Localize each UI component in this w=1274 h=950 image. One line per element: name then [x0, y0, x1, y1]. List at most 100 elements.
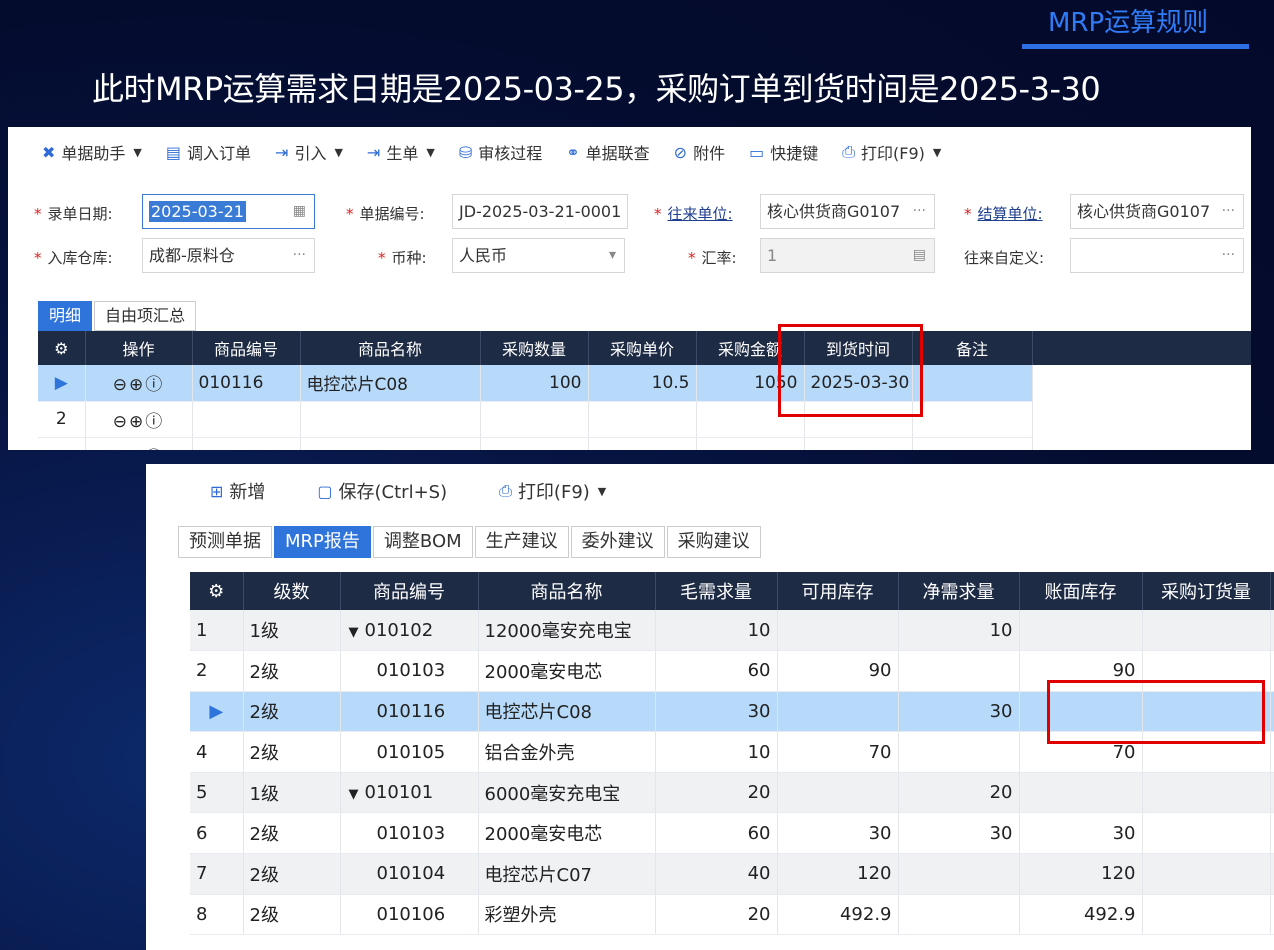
toolbar-icon: ⎙ [499, 481, 512, 500]
column-header[interactable]: 毛需求量 [655, 572, 778, 610]
column-header[interactable]: 采购数量 [480, 331, 589, 365]
calendar-icon[interactable]: ▦ [293, 195, 306, 228]
column-header[interactable]: 可用库存 [777, 572, 899, 610]
more-icon[interactable]: ··· [293, 239, 306, 272]
cell-book [1019, 772, 1143, 814]
cell-filler [1032, 437, 1251, 450]
row-op-icons[interactable]: ⊖⊕ⓘ [85, 401, 193, 438]
toolbar-button[interactable]: ⇥ 引入 ▼ [275, 140, 343, 164]
chevron-down-icon[interactable]: ▼ [133, 146, 141, 159]
column-header[interactable]: 备注 [912, 331, 1033, 365]
toolbar-button-label: 引入 [294, 144, 327, 163]
tab[interactable]: 明细 [38, 301, 93, 331]
column-header[interactable]: 商品编号 [192, 331, 301, 365]
toolbar-button[interactable]: ⊞ 新增 [210, 478, 265, 504]
table-row[interactable]: ⊖⊕ⓘ [38, 437, 1251, 450]
settings-gear-icon[interactable]: ⚙ [190, 572, 244, 610]
toolbar-button[interactable]: ⊘ 附件 [674, 140, 725, 164]
tab[interactable]: 生产建议 [474, 526, 569, 558]
partner-input[interactable]: 核心供货商G0107 ··· [760, 194, 935, 229]
tab[interactable]: 调整BOM [372, 526, 473, 558]
more-icon[interactable]: ··· [913, 195, 926, 228]
cell-net [898, 650, 1020, 692]
column-filler [1270, 572, 1274, 610]
tab[interactable]: 预测单据 [178, 526, 272, 558]
cell-gross: 60 [655, 650, 778, 692]
column-header[interactable]: 商品名称 [300, 331, 481, 365]
toolbar-button[interactable]: ▢ 保存(Ctrl+S) [317, 478, 447, 504]
cell-filler [1270, 691, 1274, 733]
table-row[interactable]: 8 2级 010106 彩塑外壳 20 492.9 492.9 [190, 894, 1274, 936]
code-text: 010104 [376, 863, 446, 885]
expand-caret-icon[interactable]: ▼ [349, 787, 359, 802]
cell-code: 010105 [340, 731, 479, 773]
cell-filler [1270, 650, 1274, 692]
table-row[interactable]: 2 ⊖⊕ⓘ [38, 401, 1251, 438]
code-text: 010116 [376, 700, 446, 722]
chevron-down-icon[interactable]: ▼ [598, 485, 606, 498]
toolbar-button[interactable]: ⛁ 审核过程 [459, 140, 542, 164]
cell-avail [777, 772, 899, 814]
mrp-tabs: 预测单据 MRP报告 调整BOM 生产建议 委外建议 采购建议 [178, 526, 763, 558]
column-header[interactable]: 净需求量 [898, 572, 1020, 610]
cell-net: 30 [898, 812, 1020, 855]
row-op-icons[interactable]: ⊖⊕ⓘ [85, 437, 193, 450]
table-row[interactable]: ▶ ⊖⊕ⓘ 010116 电控芯片C08 100 10.5 1050 2025-03-30 [38, 365, 1251, 402]
toolbar-button[interactable]: ▭ 快捷键 [749, 140, 818, 164]
column-header[interactable]: 操作 [85, 331, 193, 365]
settings-gear-icon[interactable]: ⚙ [38, 331, 86, 365]
more-icon[interactable]: ··· [1222, 239, 1235, 272]
toolbar-button-label: 生单 [386, 144, 419, 163]
more-icon[interactable]: ··· [1222, 195, 1235, 228]
column-header[interactable]: 级数 [243, 572, 341, 610]
entry-date-input[interactable]: 2025-03-21 ▦ [142, 194, 315, 229]
warehouse-input[interactable]: 成都-原料仓 ··· [142, 238, 315, 273]
toolbar-button[interactable]: ⎙ 打印(F9) ▼ [842, 140, 941, 164]
column-header[interactable]: 采购订货量 [1142, 572, 1271, 610]
table-row[interactable]: 1 1级 ▼ 010102 12000毫安充电宝 10 10 [190, 610, 1274, 652]
currency-label: * 币种: [378, 249, 427, 267]
detail-tabs: 明细 自由项汇总 [38, 301, 198, 331]
cell-po [1142, 610, 1271, 652]
tab[interactable]: 自由项汇总 [94, 301, 197, 331]
custom-input[interactable]: ··· [1070, 238, 1244, 273]
currency-select[interactable]: 人民币 ▾ [452, 238, 625, 273]
column-header[interactable]: 商品编号 [340, 572, 479, 610]
chevron-down-icon[interactable]: ▾ [609, 239, 616, 272]
table-row[interactable]: 6 2级 010103 2000毫安电芯 60 30 30 30 [190, 812, 1274, 855]
doc-no-input[interactable]: JD-2025-03-21-0001 [452, 194, 628, 229]
row-op-icons[interactable]: ⊖⊕ⓘ [85, 365, 193, 402]
toolbar-button[interactable]: ⇥ 生单 ▼ [367, 140, 435, 164]
chevron-down-icon[interactable]: ▼ [426, 146, 434, 159]
table-row[interactable]: 5 1级 ▼ 010101 6000毫安充电宝 20 20 [190, 772, 1274, 814]
cell-book: 30 [1019, 812, 1143, 855]
cell-book [1019, 610, 1143, 652]
cell-note [912, 365, 1033, 402]
column-header[interactable]: 账面库存 [1019, 572, 1143, 610]
column-header[interactable]: 商品名称 [478, 572, 656, 610]
expand-caret-icon[interactable]: ▼ [349, 625, 359, 640]
cell-name: 电控芯片C08 [478, 691, 656, 733]
cell-name: 6000毫安充电宝 [478, 772, 656, 814]
toolbar-button[interactable]: ▤ 调入订单 [166, 140, 251, 164]
chevron-down-icon[interactable]: ▼ [334, 146, 342, 159]
table-row[interactable]: 7 2级 010104 电控芯片C07 40 120 120 [190, 853, 1274, 895]
cell-net: 30 [898, 691, 1020, 733]
toolbar-icon: ⊞ [210, 481, 224, 501]
toolbar-button[interactable]: ⎙ 打印(F9) ▼ [499, 478, 606, 504]
toolbar-button-label: 打印(F9) [861, 144, 925, 163]
tab[interactable]: MRP报告 [274, 526, 371, 558]
toolbar-button-label: 单据联查 [585, 144, 650, 163]
toolbar-button[interactable]: ✖ 单据助手 ▼ [42, 140, 142, 164]
cell-net [898, 894, 1020, 936]
toolbar-button[interactable]: ⚭ 单据联查 [566, 140, 649, 164]
cell-po [1142, 853, 1271, 895]
cell-book: 120 [1019, 853, 1143, 895]
cell-avail: 492.9 [777, 894, 899, 936]
column-header[interactable]: 采购单价 [588, 331, 697, 365]
tab[interactable]: 采购建议 [666, 526, 761, 558]
chevron-down-icon[interactable]: ▼ [933, 146, 941, 159]
tab[interactable]: 委外建议 [570, 526, 665, 558]
settle-input[interactable]: 核心供货商G0107 ··· [1070, 194, 1244, 229]
cell-name: 电控芯片C08 [300, 365, 481, 402]
